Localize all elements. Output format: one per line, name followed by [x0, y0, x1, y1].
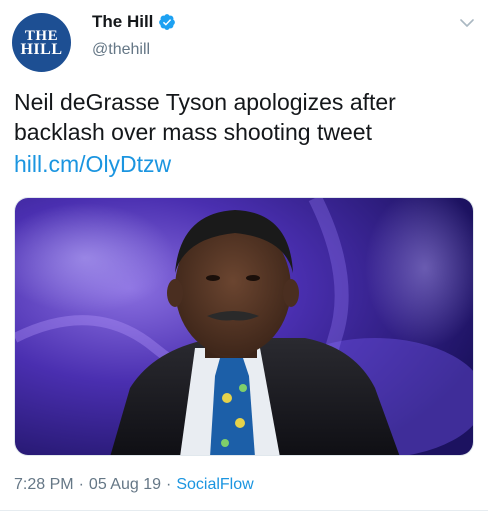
verified-badge-icon	[159, 14, 176, 30]
meta-separator: ·	[78, 476, 84, 493]
divider	[0, 510, 488, 511]
author-display-name[interactable]: The Hill	[92, 12, 153, 32]
media-photo	[15, 198, 473, 455]
tweet-text: Neil deGrasse Tyson apologizes after bac…	[14, 89, 396, 145]
tweet-source-link[interactable]: SocialFlow	[176, 476, 253, 494]
chevron-down-icon[interactable]	[460, 18, 474, 28]
tweet-media-image[interactable]	[14, 197, 474, 456]
author-name-row: The Hill	[92, 12, 176, 32]
avatar[interactable]: THE HILL	[12, 13, 71, 72]
avatar-line-2: HILL	[20, 40, 63, 58]
author-handle[interactable]: @thehill	[92, 41, 150, 59]
tweet-meta: 7:28 PM · 05 Aug 19 · SocialFlow	[14, 476, 254, 494]
tweet-time[interactable]: 7:28 PM	[14, 476, 74, 494]
tweet-card: THE HILL The Hill @thehill Neil deGrasse…	[0, 0, 488, 520]
tweet-date[interactable]: 05 Aug 19	[89, 476, 161, 494]
meta-separator: ·	[166, 476, 172, 493]
tweet-link[interactable]: hill.cm/OlyDtzw	[14, 149, 171, 179]
